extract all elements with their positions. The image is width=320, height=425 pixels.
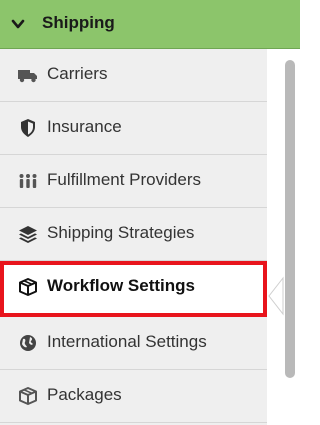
- shipping-submenu: Carriers Insurance Fulfillment Providers…: [0, 49, 267, 425]
- menu-item-international-settings[interactable]: International Settings: [0, 317, 267, 370]
- truck-icon: [18, 70, 37, 83]
- menu-item-label: Insurance: [47, 117, 122, 136]
- people-icon: [19, 174, 37, 188]
- menu-item-fulfillment-providers[interactable]: Fulfillment Providers: [0, 155, 267, 208]
- menu-item-carriers[interactable]: Carriers: [0, 49, 267, 102]
- menu-item-insurance[interactable]: Insurance: [0, 102, 267, 155]
- menu-item-label: Workflow Settings: [47, 276, 195, 295]
- section-header-shipping[interactable]: Shipping: [0, 0, 300, 49]
- box-icon: [19, 278, 37, 296]
- layers-icon: [19, 226, 37, 243]
- chevron-down-icon: [11, 19, 25, 29]
- menu-item-label: Carriers: [47, 64, 108, 83]
- shield-icon: [21, 119, 35, 137]
- globe-icon: [20, 335, 36, 351]
- menu-item-workflow-settings[interactable]: Workflow Settings: [0, 261, 267, 317]
- menu-item-label: International Settings: [47, 332, 207, 351]
- menu-item-shipping-strategies[interactable]: Shipping Strategies: [0, 208, 267, 261]
- box-icon: [19, 387, 37, 405]
- menu-item-label: Packages: [47, 385, 122, 404]
- scrollbar-thumb[interactable]: [285, 60, 295, 378]
- menu-item-label: Fulfillment Providers: [47, 170, 201, 189]
- section-title: Shipping: [42, 13, 115, 32]
- menu-item-label: Shipping Strategies: [47, 223, 195, 242]
- menu-item-packages[interactable]: Packages: [0, 370, 267, 423]
- active-pointer-arrow: [268, 276, 284, 316]
